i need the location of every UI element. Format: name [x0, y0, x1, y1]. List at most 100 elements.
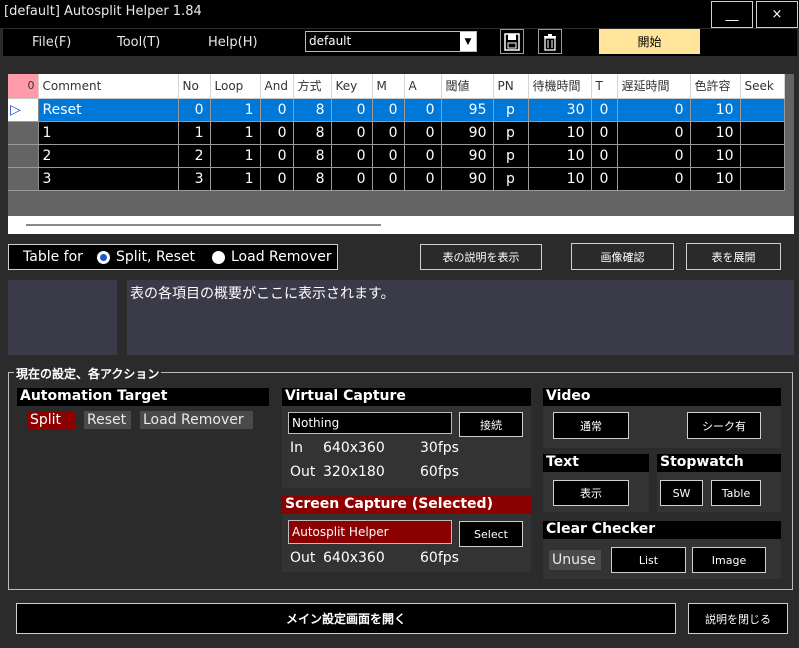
- video-seek-button[interactable]: シーク有: [687, 412, 761, 439]
- cell-seek[interactable]: [740, 144, 785, 168]
- stopwatch-table-button[interactable]: Table: [711, 480, 761, 506]
- radio-split-reset-label[interactable]: Split, Reset: [116, 249, 195, 265]
- image-check-button[interactable]: 画像確認: [571, 243, 674, 270]
- start-button[interactable]: 開始: [599, 29, 700, 54]
- target-reset-button[interactable]: Reset: [84, 411, 131, 429]
- screen-source-field[interactable]: Autosplit Helper: [288, 520, 452, 544]
- cell-threshold[interactable]: 90: [441, 144, 494, 168]
- cell-no[interactable]: 1: [178, 121, 211, 145]
- cell-m[interactable]: 0: [372, 167, 405, 191]
- menu-help[interactable]: Help(H): [208, 35, 258, 50]
- table-row[interactable]: 2 2 1 0 8 0 0 0 90 p 10 0 0 10: [8, 144, 785, 168]
- clear-checker-list-button[interactable]: List: [611, 547, 686, 573]
- radio-load-remover[interactable]: [212, 251, 225, 264]
- cell-delay[interactable]: 0: [617, 167, 691, 191]
- col-comment[interactable]: Comment: [38, 74, 179, 99]
- cell-t[interactable]: 0: [591, 98, 618, 122]
- cell-key[interactable]: 0: [331, 144, 373, 168]
- show-table-desc-button[interactable]: 表の説明を表示: [420, 244, 542, 270]
- col-key[interactable]: Key: [331, 74, 373, 99]
- cell-color-tolerance[interactable]: 10: [690, 167, 741, 191]
- chevron-down-icon[interactable]: ▼: [460, 32, 476, 51]
- cell-pn[interactable]: p: [493, 144, 529, 168]
- cell-pn[interactable]: p: [493, 167, 529, 191]
- table-row[interactable]: 1 1 1 0 8 0 0 0 90 p 10 0 0 10: [8, 121, 785, 145]
- radio-split-reset[interactable]: [97, 251, 110, 264]
- col-loop[interactable]: Loop: [210, 74, 261, 99]
- cell-color-tolerance[interactable]: 10: [690, 98, 741, 122]
- col-pn[interactable]: PN: [493, 74, 529, 99]
- row-marker[interactable]: ▷: [8, 98, 39, 122]
- cell-comment[interactable]: Reset: [38, 98, 179, 122]
- cell-a[interactable]: 0: [404, 121, 442, 145]
- cell-color-tolerance[interactable]: 10: [690, 121, 741, 145]
- cell-m[interactable]: 0: [372, 98, 405, 122]
- cell-threshold[interactable]: 95: [441, 98, 494, 122]
- cell-wait[interactable]: 10: [528, 144, 592, 168]
- cell-no[interactable]: 2: [178, 144, 211, 168]
- cell-delay[interactable]: 0: [617, 98, 691, 122]
- stopwatch-sw-button[interactable]: SW: [660, 480, 703, 506]
- delete-button[interactable]: [538, 29, 562, 54]
- col-threshold[interactable]: 閾値: [441, 74, 494, 99]
- col-seek[interactable]: Seek: [740, 74, 785, 99]
- clear-checker-image-button[interactable]: Image: [692, 547, 766, 573]
- close-button[interactable]: ×: [756, 1, 798, 28]
- expand-table-button[interactable]: 表を展開: [686, 243, 781, 270]
- cell-and[interactable]: 0: [260, 144, 294, 168]
- cell-pn[interactable]: p: [493, 98, 529, 122]
- cell-color-tolerance[interactable]: 10: [690, 144, 741, 168]
- cell-wait[interactable]: 10: [528, 167, 592, 191]
- cell-no[interactable]: 3: [178, 167, 211, 191]
- row-marker[interactable]: [8, 144, 39, 168]
- col-t[interactable]: T: [591, 74, 618, 99]
- cell-loop[interactable]: 1: [210, 98, 261, 122]
- row-marker[interactable]: [8, 167, 39, 191]
- col-method[interactable]: 方式: [293, 74, 332, 99]
- cell-no[interactable]: 0: [178, 98, 211, 122]
- col-no[interactable]: No: [178, 74, 211, 99]
- cell-wait[interactable]: 10: [528, 121, 592, 145]
- cell-comment[interactable]: 3: [38, 167, 179, 191]
- cell-comment[interactable]: 2: [38, 144, 179, 168]
- cell-key[interactable]: 0: [331, 121, 373, 145]
- cell-loop[interactable]: 1: [210, 121, 261, 145]
- cell-key[interactable]: 0: [331, 167, 373, 191]
- cell-seek[interactable]: [740, 121, 785, 145]
- cell-seek[interactable]: [740, 98, 785, 122]
- cell-comment[interactable]: 1: [38, 121, 179, 145]
- connect-button[interactable]: 接続: [459, 412, 523, 437]
- cell-method[interactable]: 8: [293, 144, 332, 168]
- cell-threshold[interactable]: 90: [441, 167, 494, 191]
- cell-a[interactable]: 0: [404, 167, 442, 191]
- profile-dropdown[interactable]: default ▼: [305, 31, 477, 52]
- cell-seek[interactable]: [740, 167, 785, 191]
- cell-t[interactable]: 0: [591, 121, 618, 145]
- col-wait[interactable]: 待機時間: [528, 74, 592, 99]
- cell-threshold[interactable]: 90: [441, 121, 494, 145]
- virtual-source-field[interactable]: Nothing: [288, 412, 452, 434]
- close-description-button[interactable]: 説明を閉じる: [688, 603, 788, 634]
- cell-loop[interactable]: 1: [210, 167, 261, 191]
- select-button[interactable]: Select: [459, 521, 523, 547]
- cell-m[interactable]: 0: [372, 121, 405, 145]
- cell-delay[interactable]: 0: [617, 121, 691, 145]
- col-a[interactable]: A: [404, 74, 442, 99]
- cell-method[interactable]: 8: [293, 98, 332, 122]
- scrollbar-thumb[interactable]: [26, 224, 381, 226]
- radio-load-remover-label[interactable]: Load Remover: [231, 249, 332, 265]
- row-marker[interactable]: [8, 121, 39, 145]
- cell-t[interactable]: 0: [591, 144, 618, 168]
- video-normal-button[interactable]: 通常: [553, 412, 629, 439]
- col-and[interactable]: And: [260, 74, 294, 99]
- cell-a[interactable]: 0: [404, 98, 442, 122]
- cell-a[interactable]: 0: [404, 144, 442, 168]
- cell-method[interactable]: 8: [293, 121, 332, 145]
- corner-header[interactable]: 0: [8, 74, 39, 99]
- horizontal-scrollbar[interactable]: [8, 216, 794, 234]
- target-split-button[interactable]: Split: [27, 411, 76, 429]
- cell-delay[interactable]: 0: [617, 144, 691, 168]
- cell-pn[interactable]: p: [493, 121, 529, 145]
- minimize-button[interactable]: __: [711, 1, 753, 28]
- col-color-tolerance[interactable]: 色許容: [690, 74, 741, 99]
